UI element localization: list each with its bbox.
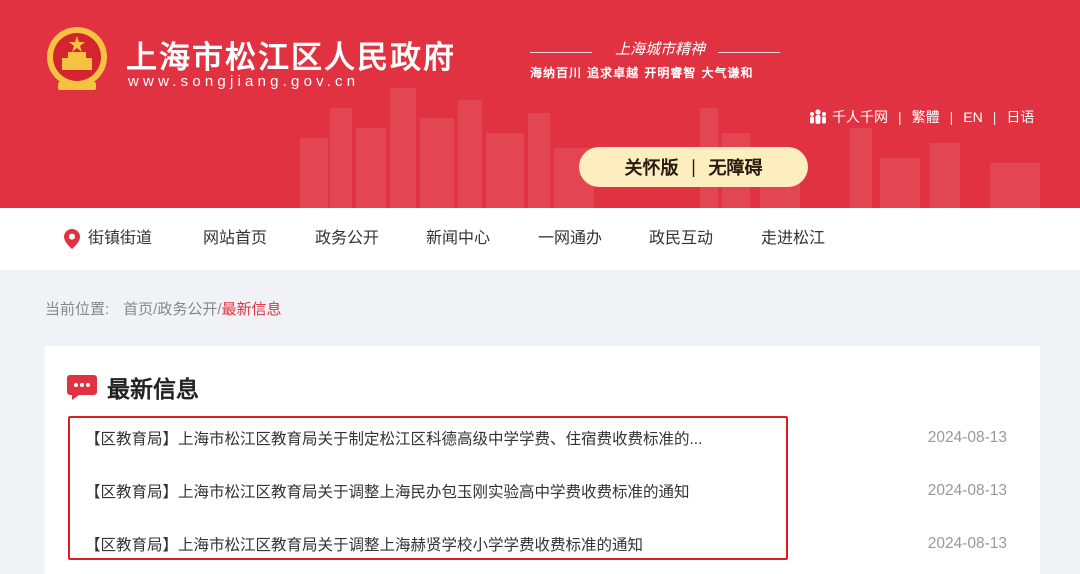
news-item[interactable]: 【区教育局】上海市松江区教育局关于制定松江区科德高级中学学费、住宿费收费标准的.… — [85, 425, 1007, 451]
accessibility-pill: 关怀版 | 无障碍 — [579, 147, 808, 187]
accessible-button[interactable]: 无障碍 — [709, 154, 763, 180]
lang-link-english[interactable]: EN — [963, 109, 982, 125]
care-mode-button[interactable]: 关怀版 — [624, 154, 678, 180]
news-item[interactable]: 【区教育局】上海市松江区教育局关于调整上海民办包玉刚实验高中学费收费标准的通知 … — [85, 478, 1007, 504]
lang-link-traditional[interactable]: 繁體 — [912, 107, 940, 127]
site-url: www.songjiang.gov.cn — [128, 73, 360, 90]
national-emblem-icon — [47, 27, 107, 90]
nav-item-home[interactable]: 网站首页 — [203, 208, 267, 270]
news-date: 2024-08-13 — [927, 429, 1007, 446]
lang-link-qianren[interactable]: 千人千网 — [832, 107, 888, 127]
breadcrumb-path[interactable]: 首页/政务公开/ — [123, 301, 221, 318]
breadcrumb-current: 最新信息 — [221, 301, 282, 318]
nav-item-one-net[interactable]: 一网通办 — [538, 208, 602, 270]
pill-divider: | — [690, 156, 697, 178]
people-icon — [810, 109, 826, 124]
lang-separator: | — [992, 109, 997, 125]
news-title[interactable]: 【区教育局】上海市松江区教育局关于调整上海赫贤学校小学学费收费标准的通知 — [85, 533, 643, 555]
city-skyline-decoration — [300, 88, 1040, 208]
site-header: 上海市松江区人民政府 www.songjiang.gov.cn 上海城市精神 海… — [0, 0, 1080, 208]
lang-link-japanese[interactable]: 日语 — [1006, 107, 1034, 127]
breadcrumb-label: 当前位置: — [45, 301, 110, 318]
news-title[interactable]: 【区教育局】上海市松江区教育局关于制定松江区科德高级中学学费、住宿费收费标准的.… — [85, 427, 702, 449]
nav-item-interaction[interactable]: 政民互动 — [649, 208, 713, 270]
lang-separator: | — [949, 109, 954, 125]
chat-bubble-icon — [67, 375, 97, 400]
breadcrumb: 当前位置: 首页/政务公开/最新信息 — [45, 298, 282, 319]
news-title[interactable]: 【区教育局】上海市松江区教育局关于调整上海民办包玉刚实验高中学费收费标准的通知 — [85, 480, 690, 502]
nav-item-news[interactable]: 新闻中心 — [426, 208, 490, 270]
location-pin-icon — [64, 229, 80, 249]
panel-title: 最新信息 — [107, 376, 199, 402]
news-date: 2024-08-13 — [927, 482, 1007, 499]
spirit-title: 上海城市精神 — [614, 40, 705, 58]
nav-item-streets[interactable]: 街镇街道 — [88, 208, 152, 270]
spirit-slogan: 海纳百川 追求卓越 开明睿智 大气谦和 — [530, 66, 754, 80]
main-nav: 街镇街道 网站首页 政务公开 新闻中心 一网通办 政民互动 走进松江 — [0, 208, 1080, 270]
panel-header: 最新信息 — [67, 370, 199, 404]
news-date: 2024-08-13 — [927, 535, 1007, 552]
nav-item-gov-affairs[interactable]: 政务公开 — [315, 208, 379, 270]
lang-separator: | — [898, 109, 902, 125]
language-bar: 千人千网 | 繁體 | EN | 日语 — [808, 106, 1034, 128]
news-item[interactable]: 【区教育局】上海市松江区教育局关于调整上海赫贤学校小学学费收费标准的通知 202… — [85, 531, 1007, 557]
spirit-line-right — [718, 52, 780, 53]
site-title[interactable]: 上海市松江区人民政府 — [126, 32, 456, 77]
spirit-line-left — [530, 52, 592, 53]
nav-item-about[interactable]: 走进松江 — [761, 208, 825, 270]
